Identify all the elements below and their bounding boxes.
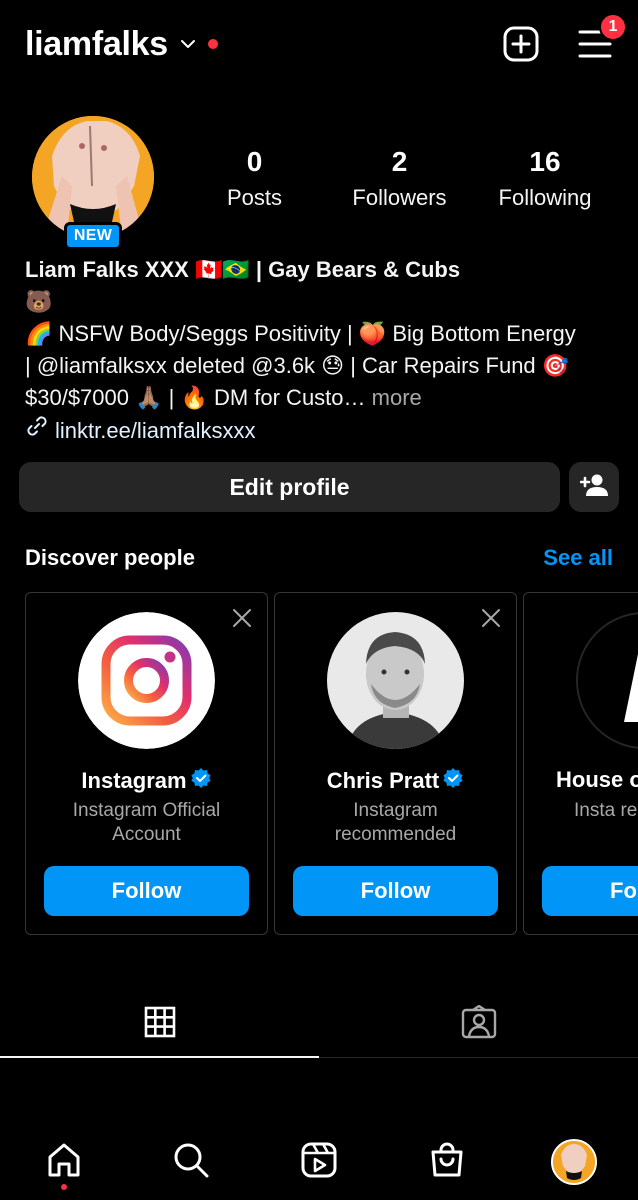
profile-bio: Liam Falks XXX 🇨🇦🇧🇷 | Gay Bears & Cubs 🐻… [25, 254, 620, 447]
bio-line: 🐻 [25, 289, 53, 314]
suggestion-name-text: Chris Pratt [326, 768, 440, 793]
suggestion-avatar[interactable] [576, 612, 638, 749]
followers-stat[interactable]: 2 Followers [327, 145, 472, 213]
link-icon [25, 414, 49, 447]
nav-search[interactable] [128, 1130, 256, 1194]
active-tab-indicator [0, 1056, 319, 1058]
nav-reels[interactable] [255, 1130, 383, 1194]
tab-posts-grid[interactable] [0, 990, 319, 1058]
bottom-navigation [0, 1130, 638, 1200]
bio-line: | @liamfalksxx deleted @3.6k 😓 | Car Rep… [25, 353, 570, 378]
bio-more-link[interactable]: more [372, 385, 422, 410]
discover-people-carousel[interactable]: Instagram Instagram Official Account Fol… [25, 592, 638, 936]
bio-line: $30/$7000 🙏🏽 | 🔥 DM for Custo… [25, 385, 366, 410]
shop-icon [429, 1142, 465, 1183]
posts-label: Posts [226, 185, 283, 210]
see-all-link[interactable]: See all [543, 545, 613, 571]
follow-button[interactable]: Fol [542, 866, 638, 916]
edit-profile-button[interactable]: Edit profile [19, 462, 560, 512]
suggestion-avatar[interactable] [327, 612, 464, 749]
followers-count: 2 [391, 146, 408, 177]
account-notification-dot [207, 39, 218, 49]
profile-display-name: Liam Falks XXX 🇨🇦🇧🇷 | Gay Bears & Cubs [25, 257, 461, 282]
nav-shop[interactable] [383, 1130, 511, 1194]
create-plus-icon[interactable] [503, 26, 539, 62]
search-icon [173, 1142, 209, 1183]
home-icon [46, 1142, 82, 1183]
posts-count: 0 [246, 146, 263, 177]
bio-line-truncated: $30/$7000 🙏🏽 | 🔥 DM for Custo… more [25, 382, 620, 414]
suggestion-name-text: House o [556, 767, 638, 792]
tab-tagged[interactable] [319, 990, 638, 1058]
account-username[interactable]: liamfalks [25, 25, 168, 64]
verified-badge-icon [190, 767, 212, 795]
tagged-icon [461, 1004, 497, 1044]
top-bar: liamfalks 1 [25, 13, 627, 70]
profile-tabs [0, 990, 638, 1060]
following-label: Following [498, 185, 592, 210]
discover-people-button[interactable] [569, 462, 619, 512]
close-icon[interactable] [480, 607, 502, 629]
following-count: 16 [529, 146, 561, 177]
suggestion-name: Chris Pratt [275, 767, 516, 795]
notification-badge: 1 [599, 13, 627, 41]
verified-badge-icon [442, 767, 464, 795]
add-person-icon [579, 473, 608, 502]
chevron-down-icon[interactable] [180, 36, 196, 52]
suggestion-name-text: Instagram [81, 768, 187, 793]
suggestion-card[interactable]: Chris Pratt Instagram recommended Follow [274, 592, 517, 935]
suggestion-subtitle: Instagram Official Account [72, 800, 221, 845]
posts-stat[interactable]: 0 Posts [182, 145, 327, 213]
discover-people-title: Discover people [25, 545, 195, 570]
suggestion-card[interactable]: Instagram Instagram Official Account Fol… [25, 592, 268, 935]
menu-icon[interactable]: 1 [577, 13, 627, 62]
new-badge: NEW [64, 222, 122, 250]
followers-label: Followers [352, 185, 447, 210]
suggestion-name: House o [556, 767, 638, 793]
reels-icon [301, 1142, 337, 1183]
profile-avatar-icon [551, 1139, 598, 1185]
following-stat[interactable]: 16 Following [472, 145, 618, 213]
bio-line: 🌈 NSFW Body/Seggs Positivity | 🍑 Big Bot… [25, 321, 576, 346]
bio-link-text: linktr.ee/liamfalksxxx [55, 417, 256, 443]
profile-picture [32, 116, 154, 238]
close-icon[interactable] [231, 607, 253, 629]
bio-link[interactable]: linktr.ee/liamfalksxxx [25, 414, 620, 447]
grid-icon [144, 1006, 176, 1043]
suggestion-subtitle: Instagram recommended [334, 800, 457, 845]
profile-avatar[interactable]: NEW [32, 116, 154, 250]
follow-button[interactable]: Follow [293, 866, 498, 916]
suggestion-name: Instagram [26, 767, 267, 795]
home-notification-dot [60, 1184, 67, 1190]
nav-home[interactable] [0, 1130, 128, 1194]
suggestion-subtitle: Insta recomm [574, 800, 638, 821]
nav-profile[interactable] [510, 1130, 638, 1194]
follow-button-label: Fol [610, 878, 638, 903]
follow-button[interactable]: Follow [44, 866, 249, 916]
profile-stats: 0 Posts 2 Followers 16 Following [182, 145, 618, 213]
suggestion-avatar[interactable] [78, 612, 215, 749]
suggestion-card[interactable]: House o Insta recomm Fol [523, 592, 638, 935]
